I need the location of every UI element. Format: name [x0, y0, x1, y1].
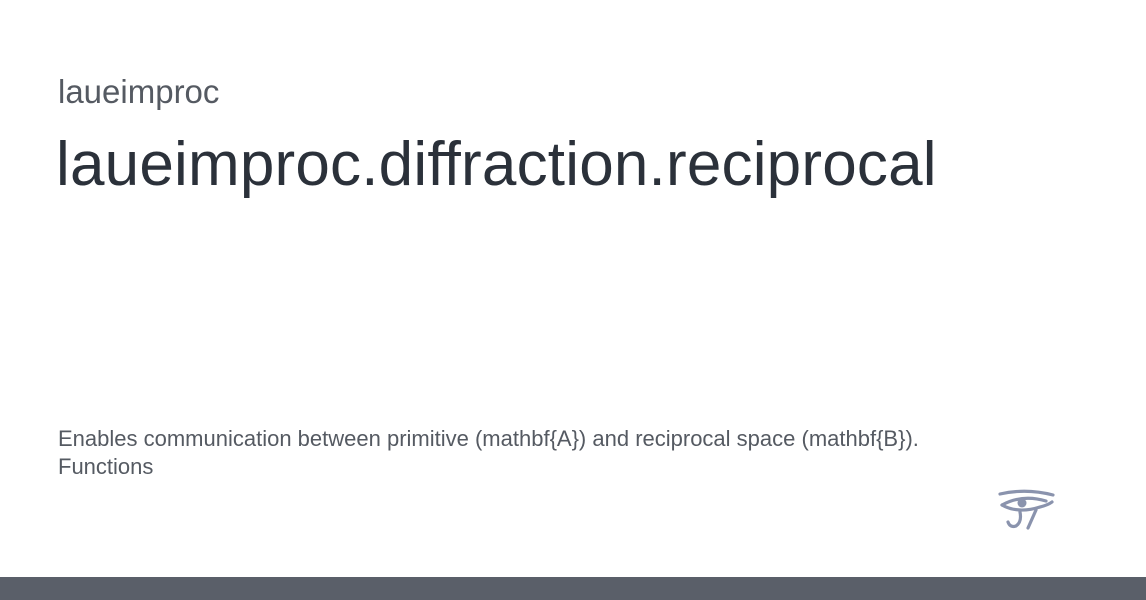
project-name: laueimproc: [58, 73, 220, 110]
page-title: laueimproc.diffraction.reciprocal: [56, 130, 937, 199]
social-card: laueimproc laueimproc.diffraction.recipr…: [0, 0, 1146, 600]
eye-of-horus-icon: [996, 488, 1056, 532]
description-line: Enables communication between primitive …: [58, 426, 919, 451]
page-description: Enables communication between primitive …: [58, 425, 1058, 481]
description-line: Functions: [58, 454, 154, 479]
footer-bar: [0, 577, 1146, 600]
